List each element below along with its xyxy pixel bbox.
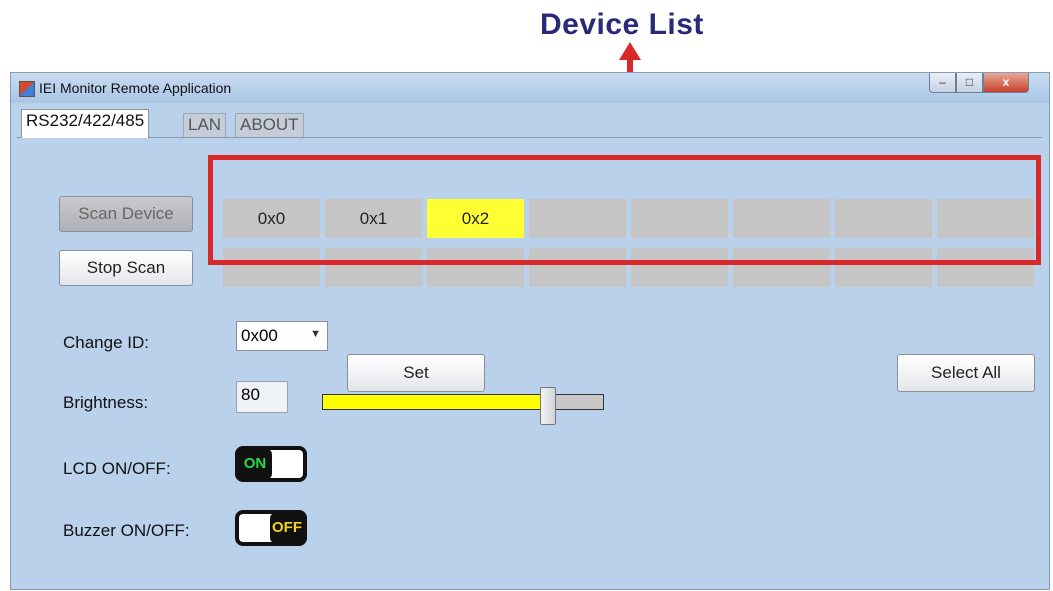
lcd-label: LCD ON/OFF: — [63, 459, 171, 478]
brightness-value-field[interactable]: 80 — [236, 381, 288, 413]
buzzer-toggle[interactable]: OFF — [235, 510, 307, 546]
lcd-toggle-knob: ON — [238, 449, 272, 479]
device-list-highlight — [208, 155, 1041, 265]
maximize-button[interactable]: □ — [956, 73, 983, 93]
device-list-annotation: Device List — [540, 8, 704, 41]
close-button[interactable]: x — [983, 73, 1029, 93]
chevron-down-icon[interactable]: ▼ — [310, 328, 321, 340]
change-id-label: Change ID: — [63, 333, 149, 352]
lcd-toggle[interactable]: ON — [235, 446, 307, 482]
minimize-button[interactable]: – — [929, 73, 956, 93]
app-window: IEI Monitor Remote Application – □ x RS2… — [10, 72, 1050, 590]
stop-scan-button[interactable]: Stop Scan — [59, 250, 193, 286]
scan-device-button[interactable]: Scan Device — [59, 196, 193, 232]
select-all-button[interactable]: Select All — [897, 354, 1035, 392]
tab-about[interactable]: ABOUT — [235, 113, 304, 137]
buzzer-toggle-knob: OFF — [270, 513, 304, 543]
brightness-slider-fill — [323, 395, 547, 409]
tab-rs232[interactable]: RS232/422/485 — [21, 109, 150, 138]
brightness-label: Brightness: — [63, 393, 149, 412]
brightness-slider-thumb[interactable] — [540, 387, 556, 425]
brightness-slider[interactable] — [322, 394, 604, 410]
tab-lan[interactable]: LAN — [183, 113, 227, 137]
change-id-dropdown[interactable]: 0x00 ▼ — [236, 321, 328, 351]
app-icon — [19, 81, 35, 97]
change-id-value: 0x00 — [241, 326, 278, 345]
window-title: IEI Monitor Remote Application — [39, 80, 232, 96]
set-button[interactable]: Set — [347, 354, 485, 392]
title-bar[interactable]: IEI Monitor Remote Application – □ x — [11, 73, 1049, 103]
buzzer-label: Buzzer ON/OFF: — [63, 521, 190, 540]
